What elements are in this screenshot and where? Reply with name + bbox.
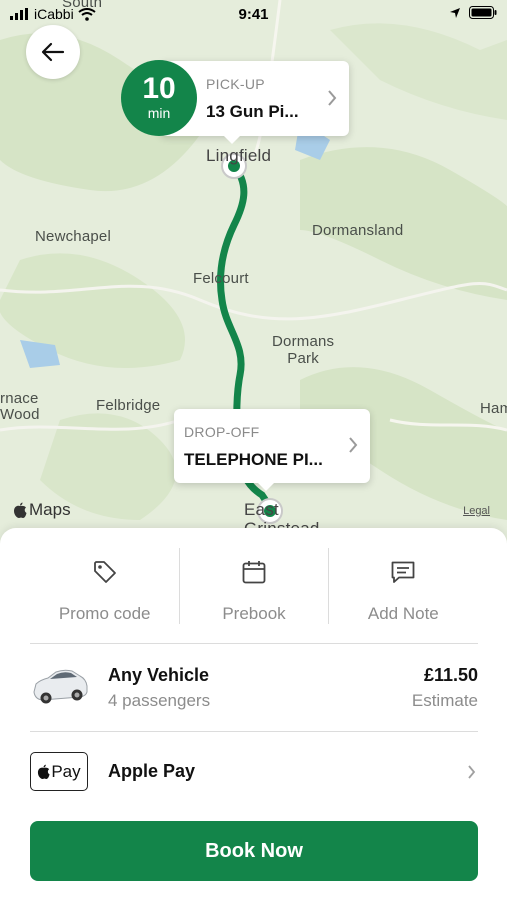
apple-maps-logo: Maps	[13, 500, 71, 520]
pickup-address: 13 Gun Pi...	[206, 102, 299, 121]
vehicle-option[interactable]: Any Vehicle 4 passengers £11.50 Estimate	[30, 646, 478, 732]
place-label: Dormans Park	[272, 333, 335, 367]
fare-price: £11.50	[423, 665, 478, 685]
divider	[179, 548, 180, 624]
maps-label: Maps	[29, 500, 71, 519]
apple-pay-badge: Pay	[30, 752, 88, 791]
arrow-left-icon	[41, 42, 65, 62]
battery-icon	[469, 6, 497, 19]
action-row: Promo code Prebook Add Note	[30, 548, 478, 624]
chevron-right-icon	[349, 437, 358, 453]
status-time: 9:41	[238, 6, 269, 23]
place-label: Newchapel	[35, 228, 112, 245]
calendar-icon	[242, 561, 266, 584]
place-label: rnace Wood	[0, 390, 40, 423]
prebook-label: Prebook	[222, 604, 286, 623]
book-now-button[interactable]: Book Now	[30, 821, 478, 881]
pickup-label: PICK-UP	[206, 76, 265, 92]
divider	[30, 643, 478, 644]
dropoff-label: DROP-OFF	[184, 424, 260, 440]
location-arrow-icon	[450, 7, 460, 18]
back-button[interactable]	[26, 25, 80, 79]
vehicle-passengers: 4 passengers	[108, 691, 211, 710]
payment-method[interactable]: Pay Apple Pay	[30, 746, 478, 798]
status-bar: iCabbi 9:41	[0, 0, 507, 28]
place-label: Lingfield	[206, 146, 272, 165]
place-label: Ham	[480, 400, 507, 417]
vehicle-name: Any Vehicle	[108, 665, 210, 685]
add-note-button[interactable]: Add Note	[329, 548, 478, 624]
place-label: Felbridge	[96, 397, 161, 414]
note-icon	[391, 561, 415, 583]
chevron-right-icon	[468, 765, 476, 779]
divider	[328, 548, 329, 624]
status-right	[449, 6, 497, 19]
apple-icon	[38, 764, 50, 779]
chevron-right-icon	[328, 90, 337, 106]
eta-badge: 10 min	[121, 60, 197, 136]
place-label: Dormansland	[312, 222, 404, 239]
car-icon	[33, 669, 88, 704]
eta-value: 10	[142, 72, 176, 105]
eta-unit: min	[147, 105, 171, 121]
dropoff-card[interactable]: DROP-OFF TELEPHONE PI...	[174, 409, 370, 491]
promo-code-label: Promo code	[58, 604, 151, 623]
promo-code-button[interactable]: Promo code	[30, 548, 179, 624]
payment-method-name: Apple Pay	[108, 761, 196, 781]
legal-link[interactable]: Legal	[463, 505, 490, 517]
fare-estimate-label: Estimate	[411, 691, 478, 710]
tag-icon	[93, 561, 116, 583]
route-map[interactable]: South Lingfield Newchapel Dormansland Fe…	[0, 0, 507, 560]
apple-pay-badge-text: Pay	[51, 761, 81, 781]
prebook-button[interactable]: Prebook	[179, 548, 328, 624]
place-label: Felcourt	[193, 270, 249, 287]
apple-icon	[14, 502, 27, 518]
booking-sheet: Promo code Prebook Add Note Any Vehicle …	[0, 528, 507, 900]
dropoff-address: TELEPHONE PI...	[184, 450, 323, 469]
divider	[30, 731, 478, 732]
add-note-label: Add Note	[367, 604, 439, 623]
